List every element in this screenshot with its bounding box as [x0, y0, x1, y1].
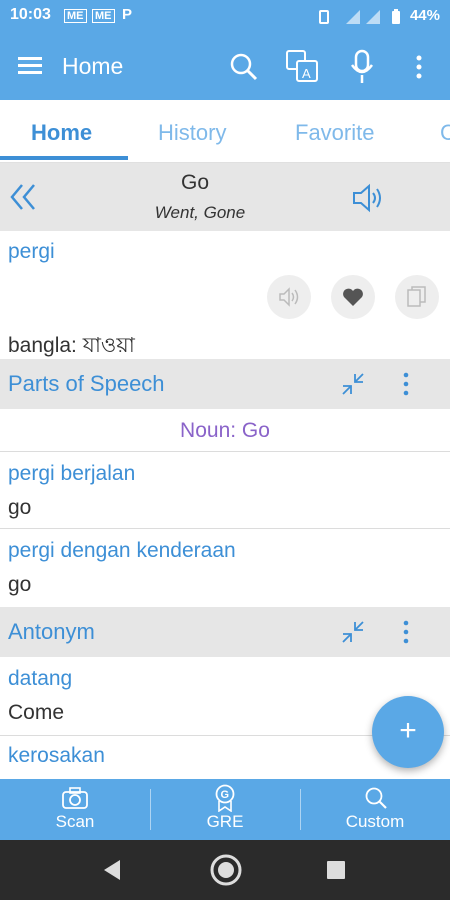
nav-gre-label: GRE	[206, 812, 244, 831]
more-vert-icon[interactable]	[401, 620, 411, 644]
bangla-label: bangla:	[8, 334, 77, 357]
translation-text: pergi	[8, 240, 55, 263]
nav-gre[interactable]: G GRE	[150, 779, 300, 840]
section-title: Parts of Speech	[8, 371, 165, 396]
search-icon[interactable]	[229, 52, 259, 82]
search-icon	[365, 787, 387, 809]
parts-of-speech-header: Parts of Speech	[0, 359, 450, 409]
back-icon[interactable]	[100, 858, 124, 882]
nav-custom-label: Custom	[345, 812, 405, 831]
word-forms: Went, Gone	[154, 203, 246, 222]
antonym-entry-label: datang	[8, 667, 73, 690]
svg-text:A: A	[302, 66, 311, 81]
system-status-icons	[319, 9, 400, 24]
collapse-icon[interactable]	[341, 372, 365, 396]
app-bar: Home A	[0, 32, 450, 100]
favorite-button[interactable]	[331, 275, 375, 319]
pos-entry-value: go	[8, 496, 32, 519]
more-vert-icon[interactable]	[401, 372, 411, 396]
copy-button[interactable]	[395, 275, 439, 319]
system-navigation-bar	[0, 840, 450, 900]
antonym-entry-label: kerosakan	[8, 744, 105, 767]
more-vert-icon[interactable]	[414, 54, 424, 80]
pos-entry-label: pergi dengan kenderaan	[8, 539, 236, 562]
microphone-icon[interactable]	[350, 49, 374, 85]
nav-scan-label: Scan	[55, 812, 95, 831]
speaker-icon[interactable]	[352, 183, 386, 213]
collapse-icon[interactable]	[341, 620, 365, 644]
tab-history[interactable]: History	[158, 120, 226, 146]
tab-home[interactable]: Home	[31, 120, 92, 146]
divider	[0, 528, 450, 529]
camera-icon	[62, 787, 88, 809]
section-title: Antonym	[8, 619, 95, 644]
bangla-value: যাওয়া	[82, 334, 135, 357]
tab-indicator	[0, 156, 128, 160]
notification-icon: ME	[92, 9, 115, 23]
status-bar: 10:03 ME ME P 44%	[0, 0, 450, 32]
noun-line: Noun: Go	[180, 419, 270, 442]
antonym-entry-value: Come	[8, 701, 65, 724]
heart-icon	[343, 288, 363, 306]
divider	[0, 451, 450, 452]
tab-bar: Home History Favorite C	[0, 100, 450, 163]
add-button[interactable]: +	[372, 696, 444, 768]
translate-icon[interactable]: A	[285, 49, 319, 83]
copy-icon	[407, 286, 426, 307]
notification-icon: ME	[64, 9, 87, 23]
page-title: Home	[62, 53, 124, 79]
bottom-nav: Scan G GRE Custom	[0, 779, 450, 840]
tab-favorite[interactable]: Favorite	[295, 120, 374, 146]
status-time: 10:03	[10, 6, 51, 23]
notification-icon: P	[122, 6, 133, 23]
menu-icon[interactable]	[18, 55, 44, 77]
pos-entry-value: go	[8, 573, 32, 596]
word-header: Go Went, Gone	[0, 163, 450, 231]
recents-icon[interactable]	[326, 860, 346, 880]
gre-badge-icon: G	[215, 784, 235, 812]
headword: Go	[180, 171, 209, 194]
speaker-icon	[279, 287, 299, 307]
nav-custom[interactable]: Custom	[300, 779, 450, 840]
pos-entry-label: pergi berjalan	[8, 462, 136, 485]
nav-scan[interactable]: Scan	[0, 779, 150, 840]
home-icon[interactable]	[209, 853, 243, 887]
antonym-header: Antonym	[0, 607, 450, 657]
speak-translation-button[interactable]	[267, 275, 311, 319]
svg-text:G: G	[221, 789, 230, 801]
tab-custom[interactable]: C	[440, 120, 450, 146]
battery-percent: 44%	[409, 7, 440, 24]
